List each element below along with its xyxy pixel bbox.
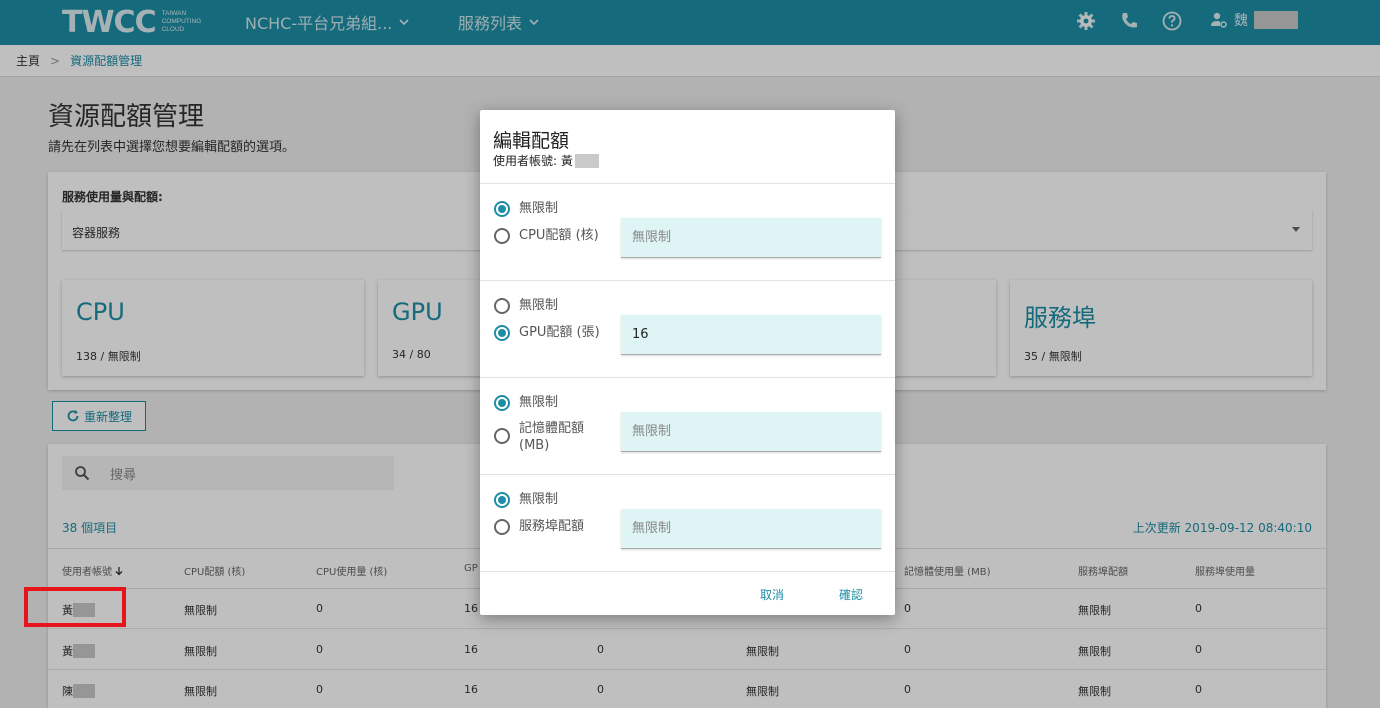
- radio-unchecked-icon: [494, 428, 510, 444]
- dialog-footer: 取消 確認: [480, 571, 895, 615]
- cpu-quota-section: 無限制 CPU配額 (核): [480, 183, 895, 280]
- gpu-unlimited-radio[interactable]: 無限制: [494, 297, 558, 314]
- radio-checked-icon: [494, 201, 510, 217]
- confirm-button[interactable]: 確認: [839, 586, 863, 603]
- radio-checked-icon: [494, 395, 510, 411]
- gpu-quota-section: 無限制 GPU配額 (張): [480, 280, 895, 377]
- memory-quota-input[interactable]: [621, 412, 881, 452]
- edit-quota-dialog: 編輯配額 使用者帳號: 黃 無限制 CPU配額 (核) 無限制 GPU配額 (張…: [480, 110, 895, 615]
- radio-unchecked-icon: [494, 298, 510, 314]
- radio-unchecked-icon: [494, 228, 510, 244]
- gpu-quota-radio[interactable]: GPU配額 (張): [494, 324, 600, 341]
- cpu-quota-radio[interactable]: CPU配額 (核): [494, 227, 599, 244]
- port-quota-input[interactable]: [621, 509, 881, 549]
- memory-quota-radio[interactable]: 記憶體配額 (MB): [494, 420, 595, 454]
- radio-checked-icon: [494, 325, 510, 341]
- memory-quota-section: 無限制 記憶體配額 (MB): [480, 377, 895, 474]
- port-quota-section: 無限制 服務埠配額: [480, 474, 895, 571]
- highlight-annotation: [24, 587, 126, 627]
- gpu-quota-input[interactable]: [621, 315, 881, 355]
- cpu-unlimited-radio[interactable]: 無限制: [494, 200, 558, 217]
- port-unlimited-radio[interactable]: 無限制: [494, 491, 558, 508]
- radio-checked-icon: [494, 492, 510, 508]
- port-quota-radio[interactable]: 服務埠配額: [494, 518, 584, 535]
- cpu-quota-input[interactable]: [621, 218, 881, 258]
- memory-unlimited-radio[interactable]: 無限制: [494, 394, 558, 411]
- cancel-button[interactable]: 取消: [760, 586, 784, 603]
- radio-unchecked-icon: [494, 519, 510, 535]
- redacted-name: [574, 153, 599, 168]
- dialog-title: 編輯配額: [493, 130, 570, 152]
- dialog-subtitle: 使用者帳號: 黃: [493, 152, 599, 169]
